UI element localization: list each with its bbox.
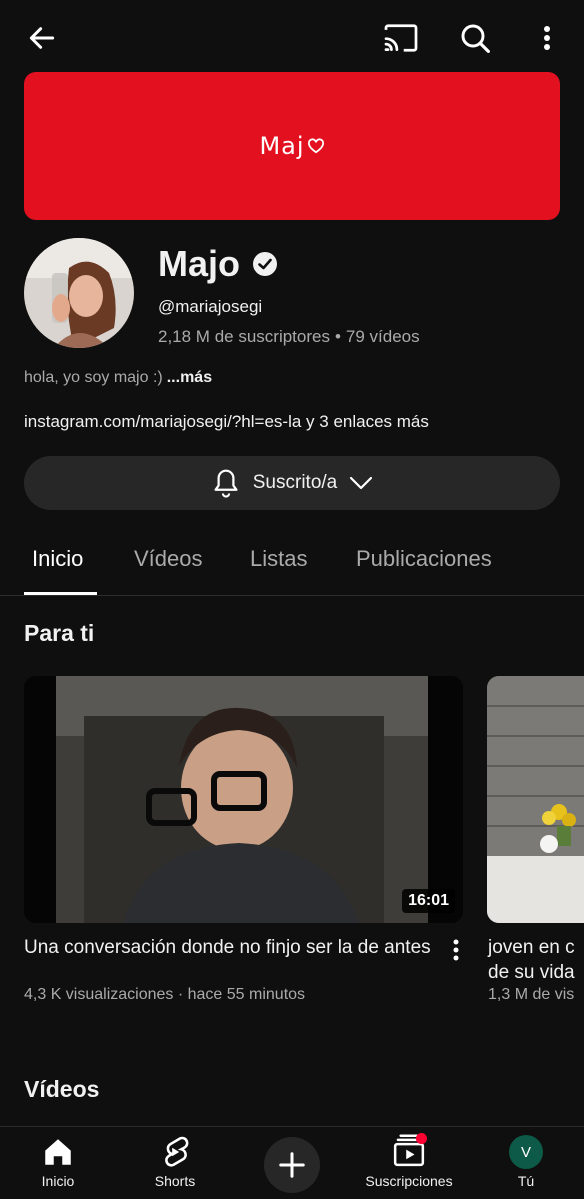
more-vertical-icon[interactable]: [527, 18, 567, 58]
nav-label-shorts: Shorts: [154, 1173, 196, 1189]
video-title-2[interactable]: joven en c de su vida: [488, 935, 584, 985]
banner-logo: Maj: [259, 132, 324, 160]
video-more-icon[interactable]: [446, 937, 466, 963]
nav-item-subscriptions[interactable]: Suscripciones: [360, 1127, 458, 1199]
chevron-down-icon: [350, 476, 373, 490]
nav-item-you[interactable]: V Tú: [506, 1127, 546, 1199]
search-icon[interactable]: [455, 18, 495, 58]
back-arrow-icon[interactable]: [22, 18, 62, 58]
nav-label-home: Inicio: [41, 1173, 75, 1189]
extra-links-label[interactable]: y 3 enlaces más: [306, 412, 429, 431]
cast-icon[interactable]: [381, 18, 421, 58]
video-title-2-line1: joven en c: [488, 937, 575, 958]
tab-inicio[interactable]: Inicio: [32, 546, 83, 572]
subscribed-button[interactable]: Suscrito/a: [24, 456, 560, 510]
create-button[interactable]: [264, 1137, 320, 1193]
nav-label-you: Tú: [517, 1173, 535, 1189]
channel-avatar[interactable]: [24, 238, 134, 348]
more-link[interactable]: ...más: [167, 369, 212, 386]
nav-item-home[interactable]: Inicio: [36, 1127, 80, 1199]
nav-item-shorts[interactable]: Shorts: [148, 1127, 202, 1199]
video-duration: 16:01: [402, 889, 455, 913]
channel-description[interactable]: hola, yo soy majo :) ...más: [24, 369, 212, 387]
channel-banner: Maj: [24, 72, 560, 220]
video-title[interactable]: Una conversación donde no finjo ser la d…: [24, 935, 434, 960]
subscriber-count: 2,18 M de suscriptores: [158, 327, 330, 346]
channel-tabs: Inicio Vídeos Listas Publicaciones: [0, 536, 584, 596]
shorts-icon: [165, 1136, 189, 1167]
channel-links[interactable]: instagram.com/mariajosegi/?hl=es-la y 3 …: [24, 412, 429, 432]
active-tab-indicator: [24, 592, 97, 595]
bottom-navigation: Inicio Shorts Suscripciones V Tú: [0, 1126, 584, 1199]
channel-name: Majo: [158, 243, 278, 285]
plus-icon: [279, 1152, 305, 1178]
nav-label-subscriptions: Suscripciones: [365, 1173, 453, 1189]
channel-handle: @mariajosegi: [158, 297, 263, 316]
tab-publicaciones[interactable]: Publicaciones: [356, 546, 492, 572]
instagram-link[interactable]: instagram.com/mariajosegi/?hl=es-la: [24, 412, 301, 431]
video-thumbnail[interactable]: 16:01: [24, 676, 463, 923]
channel-name-text: Majo: [158, 243, 241, 284]
tab-videos[interactable]: Vídeos: [134, 546, 203, 572]
video-meta-2: 1,3 M de vis: [488, 986, 575, 1003]
heart-icon: [307, 138, 324, 154]
section-title-for-you: Para ti: [24, 620, 95, 646]
subscribed-label: Suscrito/a: [252, 472, 338, 493]
user-avatar: V: [509, 1135, 543, 1169]
video-meta: 4,3 K visualizaciones · hace 55 minutos: [24, 986, 306, 1003]
video-title-2-line2: de su vida: [488, 962, 575, 983]
banner-text: Maj: [259, 132, 305, 160]
subscriptions-icon: [393, 1133, 427, 1167]
home-icon: [45, 1139, 71, 1165]
section-title-videos: Vídeos: [24, 1076, 100, 1102]
separator-dot: •: [334, 327, 341, 346]
video-count: 79 vídeos: [345, 327, 420, 346]
description-text: hola, yo soy majo :): [24, 369, 163, 386]
channel-stats: 2,18 M de suscriptores • 79 vídeos: [158, 327, 420, 347]
top-app-bar: [0, 0, 584, 72]
video-thumbnail-2[interactable]: [487, 676, 584, 923]
bell-icon: [214, 469, 238, 498]
verified-check-icon: [253, 252, 278, 276]
tab-listas[interactable]: Listas: [250, 546, 307, 572]
